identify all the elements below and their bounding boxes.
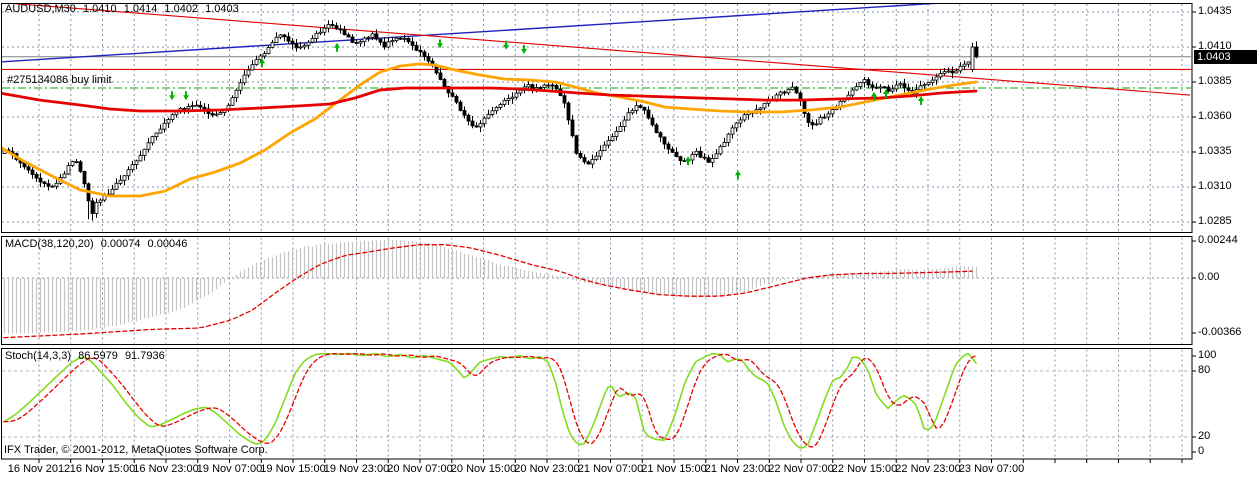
price-tick-label: 1.0360 [1198,110,1232,122]
stoch-signal-value: 91.7936 [124,350,165,362]
quote-open: 1.0410 [82,3,117,15]
stoch-tick-label: 80 [1198,364,1211,376]
symbol-period-label: AUDUSD,M30 [5,3,76,15]
macd-name: MACD(38,120,20) [5,238,94,250]
price-tick-label: 1.0435 [1198,5,1232,17]
price-tick-label: 1.0285 [1198,215,1232,227]
stoch-tick-label: 100 [1198,349,1217,361]
stoch-indicator-label: Stoch(14,3,3) 86.5979 91.7936 [5,350,169,363]
quote-line: AUDUSD,M30 1.0410 1.0414 1.0402 1.0403 [5,3,243,16]
macd-signal-value: 0.00046 [147,238,188,250]
copyright-text: IFX Trader, © 2001-2012, MetaQuotes Soft… [4,444,268,456]
macd-indicator-label: MACD(38,120,20) 0.00074 0.00046 [5,238,191,251]
macd-tick-label: -0.00366 [1198,326,1242,338]
mt4-chart-window: AUDUSD,M30 1.0410 1.0414 1.0402 1.0403 #… [0,0,1258,478]
price-tick-label: 1.0310 [1198,180,1232,192]
stoch-name: Stoch(14,3,3) [5,350,72,362]
macd-tick-label: 0.00 [1198,271,1220,283]
price-tick-label: 1.0385 [1198,75,1232,87]
quote-high: 1.0414 [123,3,158,15]
buy-limit-order-label: #275134086 buy limit [7,74,112,86]
macd-tick-label: 0.00244 [1198,234,1238,246]
time-axis-label: 23 Nov 07:00 [958,463,1025,475]
current-price-badge: 1.0403 [1194,50,1257,64]
stoch-tick-label: 0 [1198,445,1205,457]
macd-main-value: 0.00074 [100,238,141,250]
price-tick-label: 1.0335 [1198,145,1232,157]
stoch-tick-label: 20 [1198,430,1211,442]
quote-close: 1.0403 [205,3,239,15]
stoch-main-value: 86.5979 [78,350,118,362]
quote-low: 1.0402 [164,3,199,15]
